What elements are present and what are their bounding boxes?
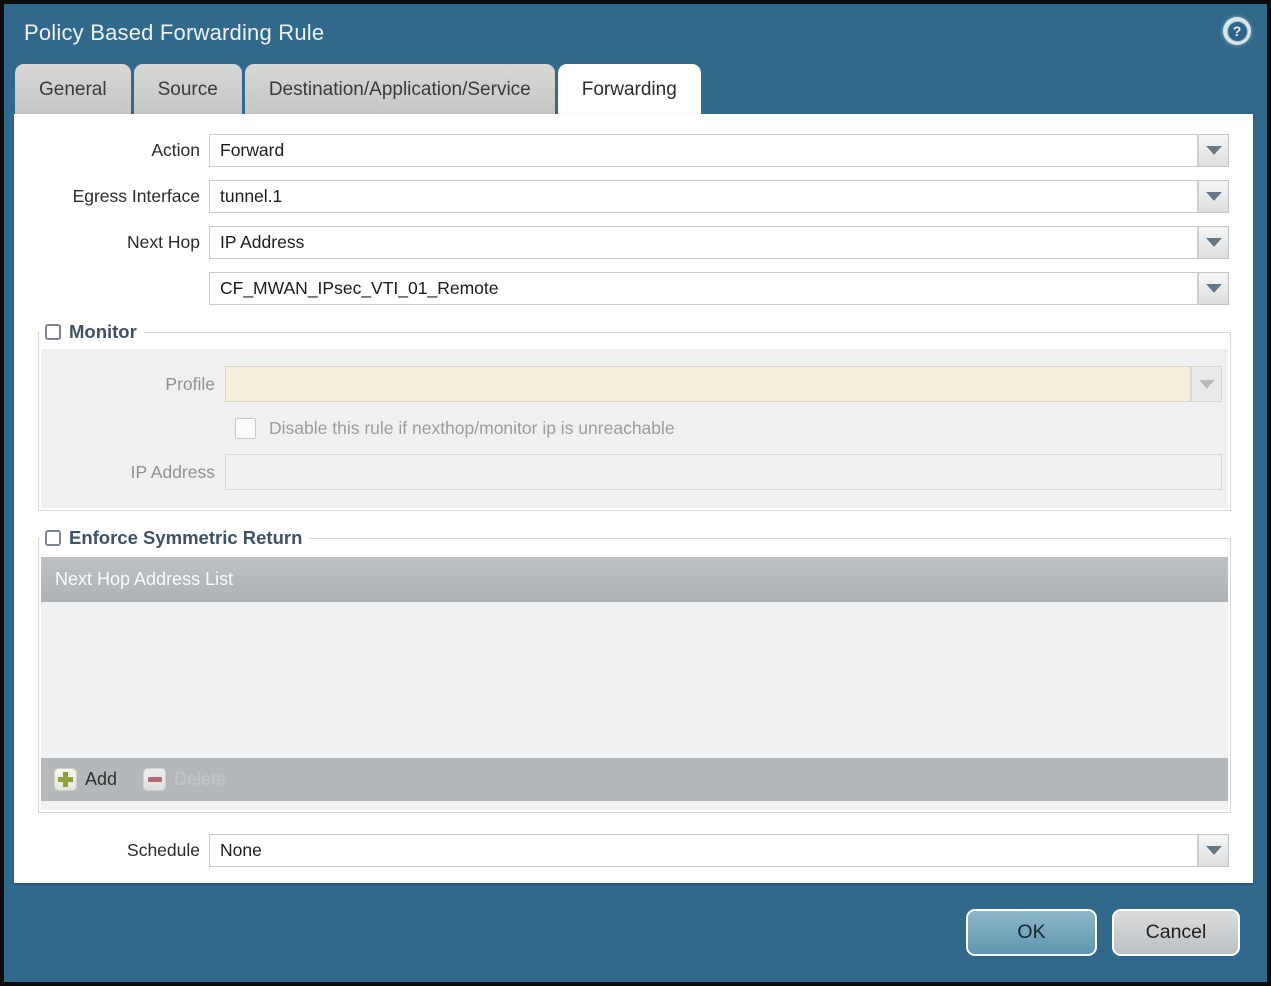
grid-column-header[interactable]: Next Hop Address List xyxy=(41,557,1228,602)
schedule-dropdown-button[interactable] xyxy=(1198,834,1229,867)
help-icon: ? xyxy=(1226,20,1248,42)
monitor-panel: Profile Disable this rule if nexthop/mon… xyxy=(41,349,1228,508)
dialog-footer: OK Cancel xyxy=(4,883,1267,982)
chevron-down-icon xyxy=(1205,846,1222,855)
disable-rule-label: Disable this rule if nexthop/monitor ip … xyxy=(269,417,675,438)
disable-rule-checkbox xyxy=(235,417,256,439)
next-hop-row: Next Hop IP Address xyxy=(14,226,1229,259)
tab-strip: General Source Destination/Application/S… xyxy=(4,62,1267,114)
action-select[interactable]: Forward xyxy=(209,134,1198,167)
tab-panel-forwarding: Action Forward Egress Interface tunnel.1… xyxy=(14,114,1253,883)
tab-general[interactable]: General xyxy=(15,64,131,114)
monitor-fieldset: Monitor Profile Disable this rule if nex… xyxy=(38,321,1231,511)
egress-interface-select[interactable]: tunnel.1 xyxy=(209,180,1198,213)
profile-select[interactable] xyxy=(225,366,1191,402)
schedule-row: Schedule None xyxy=(14,834,1229,867)
grid-body-empty[interactable] xyxy=(41,602,1228,758)
screenshot-frame: Policy Based Forwarding Rule ? General S… xyxy=(0,0,1271,986)
add-plus-icon xyxy=(54,768,77,791)
add-button[interactable]: Add xyxy=(54,768,117,791)
dialog-titlebar: Policy Based Forwarding Rule ? xyxy=(4,4,1267,62)
chevron-down-icon xyxy=(1205,146,1222,155)
chevron-down-icon xyxy=(1205,192,1222,201)
cancel-button[interactable]: Cancel xyxy=(1112,909,1240,956)
delete-minus-icon xyxy=(143,768,167,791)
action-label: Action xyxy=(151,140,200,160)
next-hop-address-select[interactable]: CF_MWAN_IPsec_VTI_01_Remote xyxy=(209,272,1198,305)
pbf-rule-dialog: Policy Based Forwarding Rule ? General S… xyxy=(4,4,1267,982)
egress-interface-dropdown-button[interactable] xyxy=(1198,180,1229,213)
symmetric-return-legend-label: Enforce Symmetric Return xyxy=(69,527,303,548)
tab-forwarding[interactable]: Forwarding xyxy=(557,64,701,114)
grid-bottom-strip xyxy=(41,801,1228,810)
next-hop-type-dropdown-button[interactable] xyxy=(1198,226,1229,259)
next-hop-label: Next Hop xyxy=(127,232,200,252)
monitor-ip-input xyxy=(225,454,1222,490)
monitor-legend-label: Monitor xyxy=(69,321,137,342)
monitor-ip-label: IP Address xyxy=(130,461,215,482)
monitor-checkbox[interactable] xyxy=(45,324,61,340)
action-dropdown-button[interactable] xyxy=(1198,134,1229,167)
next-hop-address-grid: Next Hop Address List Add Delete xyxy=(41,557,1228,810)
profile-dropdown-button xyxy=(1191,366,1222,402)
schedule-label: Schedule xyxy=(127,840,200,860)
action-row: Action Forward xyxy=(14,134,1229,167)
profile-label: Profile xyxy=(165,373,215,394)
help-button[interactable]: ? xyxy=(1223,17,1251,45)
monitor-ip-row: IP Address xyxy=(41,454,1222,490)
egress-interface-row: Egress Interface tunnel.1 xyxy=(14,180,1229,213)
next-hop-address-dropdown-button[interactable] xyxy=(1198,272,1229,305)
schedule-select[interactable]: None xyxy=(209,834,1198,867)
delete-button-label: Delete xyxy=(174,769,227,789)
tab-source[interactable]: Source xyxy=(133,64,242,114)
next-hop-address-row: CF_MWAN_IPsec_VTI_01_Remote xyxy=(14,272,1229,305)
chevron-down-icon xyxy=(1205,238,1222,247)
tab-destination-application-service[interactable]: Destination/Application/Service xyxy=(244,64,555,114)
disable-rule-row: Disable this rule if nexthop/monitor ip … xyxy=(235,412,1228,444)
chevron-down-icon xyxy=(1198,379,1215,389)
dialog-title: Policy Based Forwarding Rule xyxy=(24,20,325,45)
ok-button[interactable]: OK xyxy=(966,909,1097,956)
monitor-legend: Monitor xyxy=(40,321,144,343)
add-button-label: Add xyxy=(85,769,118,789)
chevron-down-icon xyxy=(1205,284,1222,293)
symmetric-return-checkbox[interactable] xyxy=(45,530,61,546)
symmetric-return-fieldset: Enforce Symmetric Return Next Hop Addres… xyxy=(38,527,1231,813)
delete-button[interactable]: Delete xyxy=(143,768,226,791)
profile-row: Profile xyxy=(41,366,1222,402)
symmetric-return-legend: Enforce Symmetric Return xyxy=(40,527,309,549)
egress-interface-label: Egress Interface xyxy=(72,186,200,206)
next-hop-type-select[interactable]: IP Address xyxy=(209,226,1198,259)
grid-toolbar: Add Delete xyxy=(41,758,1228,801)
